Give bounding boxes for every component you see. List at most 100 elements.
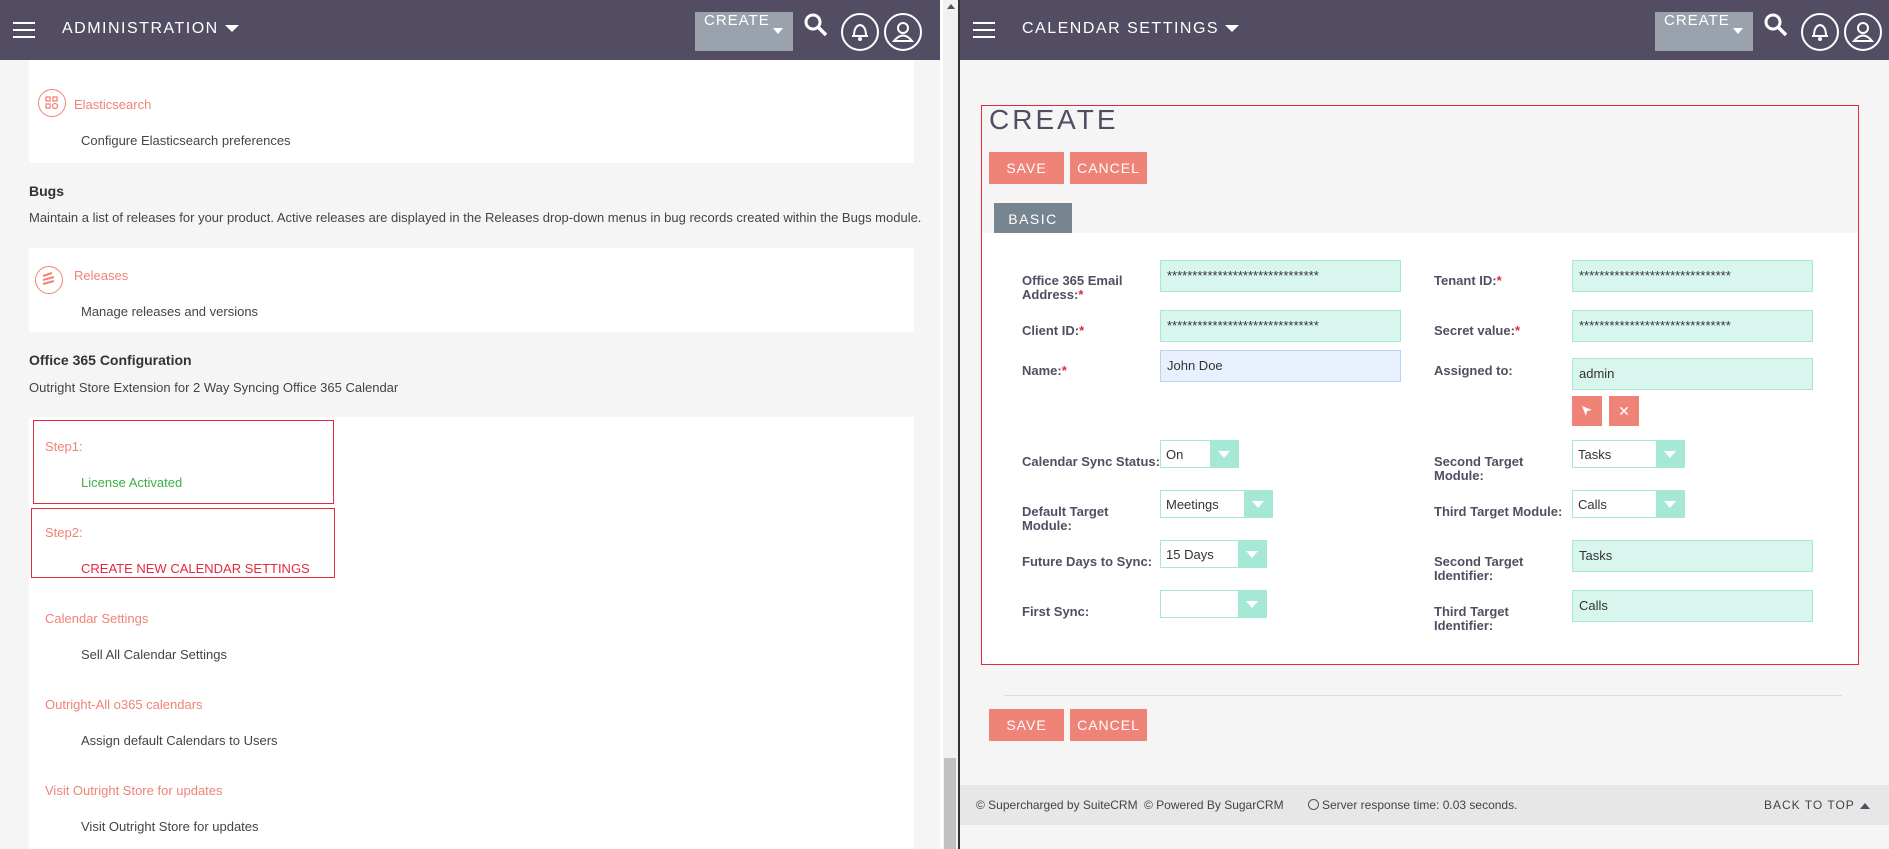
secret-label: Secret value:* — [1434, 323, 1520, 338]
elasticsearch-desc: Configure Elasticsearch preferences — [81, 133, 291, 148]
create-label-right: CREATE — [1664, 12, 1730, 29]
module-title-right: CALENDAR SETTINGS — [1022, 20, 1220, 37]
name-label: Name:* — [1022, 363, 1067, 378]
create-button-right[interactable]: CREATE — [1655, 12, 1753, 51]
elasticsearch-link[interactable]: Elasticsearch — [74, 97, 151, 112]
step2-label[interactable]: Step2: — [45, 525, 83, 540]
first-sync-select[interactable] — [1160, 590, 1267, 618]
save-button[interactable]: SAVE — [989, 152, 1064, 184]
calendar-settings-link[interactable]: Calendar Settings — [45, 611, 148, 626]
releases-desc: Manage releases and versions — [81, 304, 259, 319]
elasticsearch-icon — [38, 89, 66, 117]
dropdown-arrow-icon — [1238, 541, 1266, 567]
suitecrm-credit[interactable]: © Supercharged by SuiteCRM — [976, 798, 1138, 812]
third-identifier-label: Third Target Identifier: — [1434, 604, 1509, 633]
secret-field[interactable]: ****************************** — [1572, 310, 1813, 342]
name-field[interactable]: John Doe — [1160, 350, 1401, 382]
default-module-label: Default Target Module: — [1022, 504, 1109, 533]
second-module-label: Second Target Module: — [1434, 454, 1524, 483]
user-profile-icon[interactable] — [1844, 13, 1882, 51]
notifications-icon[interactable] — [841, 13, 879, 51]
cancel-button[interactable]: CANCEL — [1070, 152, 1147, 184]
hamburger-menu-icon-right[interactable] — [973, 22, 995, 38]
select-user-icon[interactable] — [1572, 396, 1602, 426]
future-days-label: Future Days to Sync: — [1022, 554, 1153, 569]
chevron-down-icon — [1225, 25, 1240, 33]
module-menu-right[interactable]: CALENDAR SETTINGS — [1022, 20, 1240, 38]
calendar-settings-desc: Sell All Calendar Settings — [81, 647, 227, 662]
future-days-select[interactable]: 15 Days — [1160, 540, 1267, 568]
scroll-up-icon[interactable] — [947, 4, 955, 9]
create-label: CREATE — [704, 12, 770, 29]
create-button[interactable]: CREATE — [695, 12, 793, 51]
save-button-bottom[interactable]: SAVE — [989, 709, 1064, 741]
sync-status-label: Calendar Sync Status: — [1022, 454, 1160, 469]
module-menu[interactable]: ADMINISTRATION — [62, 20, 239, 38]
second-module-select[interactable]: Tasks — [1572, 440, 1685, 468]
dropdown-arrow-icon — [1244, 491, 1272, 517]
default-module-select[interactable]: Meetings — [1160, 490, 1273, 518]
sugarcrm-credit[interactable]: © Powered By SugarCRM — [1144, 798, 1284, 812]
assigned-field[interactable]: admin — [1572, 358, 1813, 390]
second-identifier-label: Second Target Identifier: — [1434, 554, 1524, 583]
globe-icon — [1308, 799, 1319, 810]
tenant-field[interactable]: ****************************** — [1572, 260, 1813, 292]
second-identifier-field[interactable]: Tasks — [1572, 540, 1813, 572]
office365-card: Step1: License Activated Step2: CREATE N… — [29, 417, 914, 849]
third-module-select[interactable]: Calls — [1572, 490, 1685, 518]
dropdown-arrow-icon — [1210, 441, 1238, 467]
releases-link[interactable]: Releases — [74, 268, 128, 283]
caret-down-icon — [1733, 28, 1743, 34]
step1-value: License Activated — [81, 475, 183, 490]
cancel-button-bottom[interactable]: CANCEL — [1070, 709, 1147, 741]
admin-content: Elasticsearch Configure Elasticsearch pr… — [0, 60, 940, 849]
visit-store-link[interactable]: Visit Outright Store for updates — [45, 783, 223, 798]
hamburger-menu-icon[interactable] — [13, 22, 35, 38]
client-label: Client ID:* — [1022, 323, 1085, 338]
admin-window: Elasticsearch Configure Elasticsearch pr… — [0, 0, 944, 849]
step1-highlight — [33, 420, 334, 504]
arrow-up-icon — [1859, 802, 1870, 809]
step1-label[interactable]: Step1: — [45, 439, 83, 454]
dropdown-arrow-icon — [1656, 441, 1684, 467]
search-icon[interactable] — [1763, 12, 1789, 41]
tenant-label: Tenant ID:* — [1434, 273, 1502, 288]
page-title: CREATE — [989, 104, 1119, 135]
releases-card: Releases Manage releases and versions — [29, 248, 914, 332]
tab-basic[interactable]: BASIC — [994, 203, 1072, 233]
module-title: ADMINISTRATION — [62, 20, 219, 37]
all-calendars-link[interactable]: Outright-All o365 calendars — [45, 697, 203, 712]
third-module-label: Third Target Module: — [1434, 504, 1563, 519]
sync-status-select[interactable]: On — [1160, 440, 1239, 468]
email-label: Office 365 Email Address:* — [1022, 273, 1123, 302]
clear-user-icon[interactable]: ✕ — [1609, 396, 1639, 426]
back-to-top-link[interactable]: BACK TO TOP — [1764, 798, 1870, 812]
bugs-title: Bugs — [29, 183, 64, 199]
all-calendars-desc: Assign default Calendars to Users — [81, 733, 278, 748]
client-field[interactable]: ****************************** — [1160, 310, 1401, 342]
office365-title: Office 365 Configuration — [29, 352, 192, 368]
caret-down-icon — [773, 28, 783, 34]
releases-icon — [35, 266, 63, 294]
create-calendar-settings-link[interactable]: CREATE NEW CALENDAR SETTINGS — [81, 561, 310, 576]
footer: © Supercharged by SuiteCRM © Powered By … — [960, 785, 1889, 825]
calendar-settings-window: CALENDAR SETTINGS CREATE CREATE SAVE CAN… — [960, 0, 1889, 849]
dropdown-arrow-icon — [1238, 591, 1266, 617]
email-field[interactable]: ****************************** — [1160, 260, 1401, 292]
top-nav-right: CALENDAR SETTINGS CREATE — [960, 0, 1889, 60]
third-identifier-field[interactable]: Calls — [1572, 590, 1813, 622]
scroll-thumb[interactable] — [944, 758, 956, 849]
assigned-label: Assigned to: — [1434, 363, 1513, 378]
elasticsearch-card: Elasticsearch Configure Elasticsearch pr… — [29, 60, 914, 163]
top-nav: ADMINISTRATION CREATE — [0, 0, 940, 60]
divider-line — [1004, 695, 1842, 696]
user-profile-icon[interactable] — [884, 13, 922, 51]
bugs-desc: Maintain a list of releases for your pro… — [29, 210, 922, 225]
chevron-down-icon — [224, 25, 239, 33]
server-response: Server response time: 0.03 seconds. — [1308, 798, 1517, 812]
visit-store-desc: Visit Outright Store for updates — [81, 819, 259, 834]
first-sync-label: First Sync: — [1022, 604, 1090, 619]
search-icon[interactable] — [803, 12, 829, 41]
left-scrollbar[interactable] — [943, 0, 958, 849]
notifications-icon[interactable] — [1801, 13, 1839, 51]
